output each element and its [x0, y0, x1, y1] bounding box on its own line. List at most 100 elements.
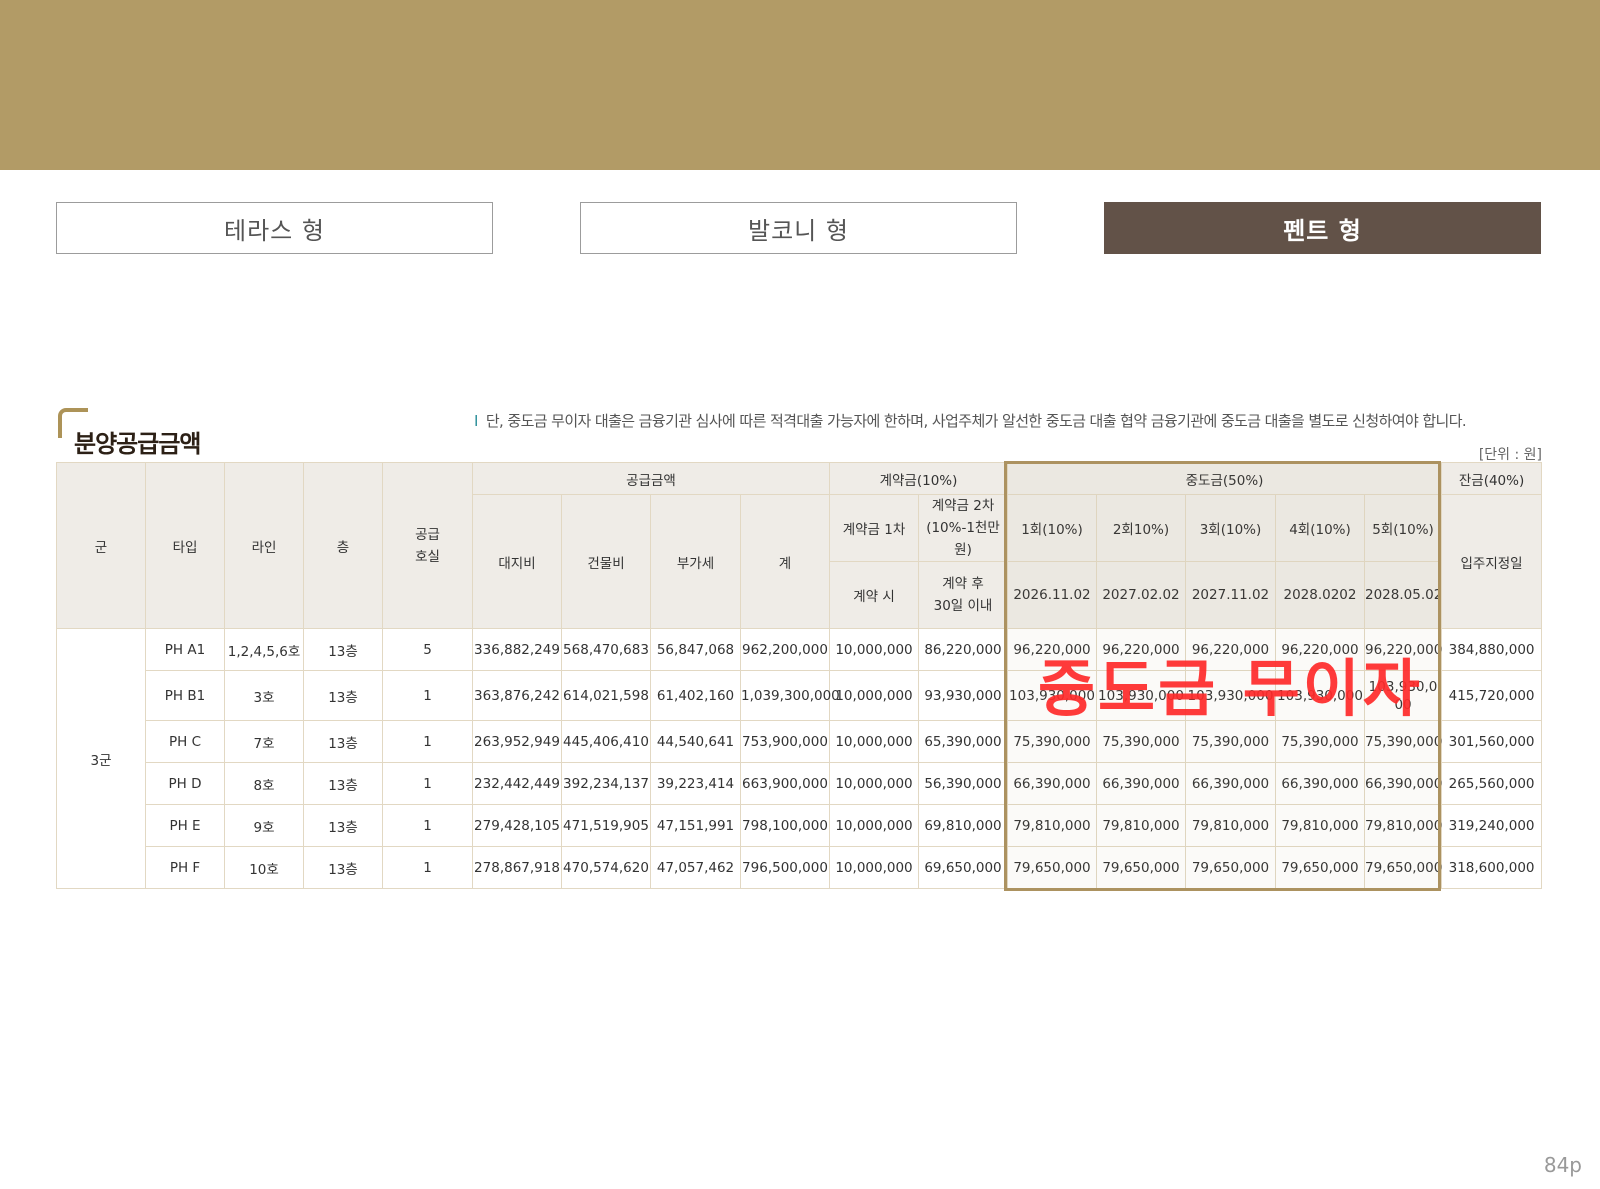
table-row: PH F 10호 13층 1 278,867,918 470,574,620 47,057,…	[57, 846, 1543, 889]
cell-m1: 96,220,000	[1007, 628, 1097, 671]
cell-type: PH B1	[145, 670, 225, 721]
cell-dep1: 10,000,000	[829, 762, 919, 805]
cell-m4: 79,810,000	[1275, 804, 1365, 847]
cell-m2: 96,220,000	[1096, 628, 1186, 671]
th-d4: 2028.0202	[1275, 561, 1365, 629]
cell-vat: 39,223,414	[650, 762, 741, 805]
price-table: 군 타입 라인 층 공급 호실 공급금액 계약금(10%) 중도금(50%) 잔…	[56, 462, 1543, 889]
cell-floor: 13층	[303, 804, 383, 847]
th-d5: 2028.05.02	[1363, 561, 1442, 629]
cell-m4: 75,390,000	[1275, 720, 1365, 763]
cell-line: 3호	[224, 670, 304, 721]
cell-m1: 75,390,000	[1007, 720, 1097, 763]
cell-m2: 66,390,000	[1096, 762, 1186, 805]
th-supply-unit-line2: 호실	[415, 548, 440, 565]
cell-m4: 79,650,000	[1275, 846, 1365, 889]
th-balance: 잔금(40%)	[1441, 462, 1543, 495]
table-row: PH B1 3호 13층 1 363,876,242 614,021,598 61,402,…	[57, 670, 1543, 721]
cell-land: 232,442,449	[472, 762, 562, 805]
cell-m5: 75,390,000	[1363, 720, 1442, 763]
note-text: 단, 중도금 무이자 대출은 금융기관 심사에 따른 적격대출 가능자에 한하며…	[485, 412, 1467, 430]
cell-m4: 103,930,000	[1275, 670, 1365, 721]
cell-building: 445,406,410	[561, 720, 651, 763]
cell-m3: 75,390,000	[1185, 720, 1276, 763]
tab-balcony[interactable]: 발코니 형	[580, 202, 1017, 254]
table-row: PH C 7호 13층 1 263,952,949 445,406,410 44,540,6…	[57, 720, 1543, 763]
cell-m3: 79,650,000	[1185, 846, 1276, 889]
cell-dep2: 93,930,000	[918, 670, 1008, 721]
cell-land: 263,952,949	[472, 720, 562, 763]
cell-units: 1	[382, 804, 473, 847]
section-title-text: 분양공급금액	[74, 430, 201, 458]
th-m2: 2회10%)	[1096, 494, 1186, 562]
cell-type: PH C	[145, 720, 225, 763]
cell-m3: 66,390,000	[1185, 762, 1276, 805]
cell-total: 796,500,000	[740, 846, 830, 889]
tab-terrace[interactable]: 테라스 형	[56, 202, 493, 254]
cell-type: PH E	[145, 804, 225, 847]
cell-m5: 79,650,000	[1363, 846, 1442, 889]
th-supply-unit-line1: 공급	[415, 526, 440, 543]
cell-vat: 47,057,462	[650, 846, 741, 889]
cell-total: 1,039,300,000	[740, 670, 840, 721]
cell-m2: 75,390,000	[1096, 720, 1186, 763]
th-line: 라인	[224, 462, 304, 629]
cell-balance: 318,600,000	[1441, 846, 1543, 889]
cell-total: 798,100,000	[740, 804, 830, 847]
tab-penthouse[interactable]: 펜트 형	[1104, 202, 1541, 254]
th-supply-price: 공급금액	[472, 462, 830, 495]
cell-m3: 103,930,000	[1185, 670, 1276, 721]
cell-line: 1,2,4,5,6호	[224, 628, 304, 671]
cell-dep2: 69,650,000	[918, 846, 1008, 889]
th-m3: 3회(10%)	[1185, 494, 1276, 562]
cell-building: 568,470,683	[561, 628, 651, 671]
th-deposit1: 계약금 1차	[829, 494, 919, 562]
th-d3: 2027.11.02	[1185, 561, 1276, 629]
cell-dep2: 65,390,000	[918, 720, 1008, 763]
cell-line: 8호	[224, 762, 304, 805]
cell-m5: 79,810,000	[1363, 804, 1442, 847]
th-deposit2-when-line1: 계약 후	[942, 576, 984, 592]
th-balance-when: 입주지정일	[1441, 494, 1543, 629]
th-vat: 부가세	[650, 494, 741, 629]
cell-dep1: 10,000,000	[829, 628, 919, 671]
cell-dep2: 86,220,000	[918, 628, 1008, 671]
cell-total: 753,900,000	[740, 720, 830, 763]
cell-dep2: 69,810,000	[918, 804, 1008, 847]
type-tabs: 테라스 형 발코니 형 펜트 형	[56, 202, 1542, 256]
cell-land: 363,876,242	[472, 670, 562, 721]
cell-floor: 13층	[303, 846, 383, 889]
cell-land: 279,428,105	[472, 804, 562, 847]
cell-dep1: 10,000,000	[829, 720, 919, 763]
cell-building: 614,021,598	[561, 670, 651, 721]
cell-m2: 79,810,000	[1096, 804, 1186, 847]
th-m5: 5회(10%)	[1363, 494, 1443, 562]
cell-m4: 96,220,000	[1275, 628, 1365, 671]
cell-floor: 13층	[303, 628, 383, 671]
price-table-body: 3군 PH A1 1,2,4,5,6호 13층 5 336,882,249 568,470,…	[56, 628, 1543, 889]
cell-m3: 96,220,000	[1185, 628, 1276, 671]
cell-m5: 103,930,000	[1363, 670, 1443, 721]
th-d1: 2026.11.02	[1007, 561, 1097, 629]
th-deposit2: 계약금 2차 (10%-1천만원)	[918, 494, 1008, 562]
th-floor: 층	[303, 462, 383, 629]
cell-m1: 79,810,000	[1007, 804, 1097, 847]
cell-m4: 66,390,000	[1275, 762, 1365, 805]
table-row: PH D 8호 13층 1 232,442,449 392,234,137 39,223,4…	[57, 762, 1543, 805]
th-deposit: 계약금(10%)	[829, 462, 1008, 495]
cell-floor: 13층	[303, 670, 383, 721]
th-total: 계	[740, 494, 830, 629]
cell-units: 1	[382, 720, 473, 763]
cell-balance: 265,560,000	[1441, 762, 1543, 805]
loan-note: I 단, 중도금 무이자 대출은 금융기관 심사에 따른 적격대출 가능자에 한하…	[474, 410, 1467, 431]
cell-dep1: 10,000,000	[829, 804, 919, 847]
th-deposit2-line2: (10%-1천만원)	[926, 520, 1000, 558]
cell-vat: 44,540,641	[650, 720, 741, 763]
th-middle: 중도금(50%)	[1006, 462, 1443, 495]
cell-floor: 13층	[303, 762, 383, 805]
cell-units: 1	[382, 670, 473, 721]
cell-dep2: 56,390,000	[918, 762, 1008, 805]
cell-m3: 79,810,000	[1185, 804, 1276, 847]
cell-balance: 319,240,000	[1441, 804, 1543, 847]
cell-m1: 66,390,000	[1007, 762, 1097, 805]
